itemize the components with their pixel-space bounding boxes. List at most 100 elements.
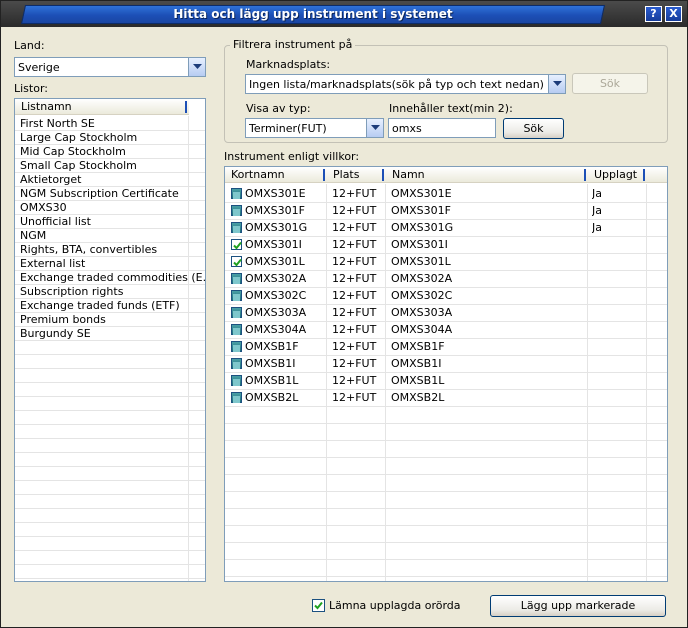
column-header-listnamn[interactable]: Listnamn <box>15 99 189 115</box>
list-item[interactable]: First North SE <box>15 117 205 131</box>
title-bar[interactable]: Hitta och lägg upp instrument i systemet… <box>1 1 687 27</box>
table-row <box>225 560 667 577</box>
list-item <box>15 411 205 425</box>
list-item[interactable]: Mid Cap Stockholm <box>15 145 205 159</box>
unchecked-box-icon <box>233 345 240 352</box>
list-item-label: OMXS30 <box>20 201 67 214</box>
close-button[interactable]: X <box>665 6 682 22</box>
table-row[interactable]: OMXS302A 12+FUT OMXS302A <box>225 271 667 288</box>
type-select-value: Terminer(FUT) <box>249 122 327 135</box>
unchecked-box-icon <box>233 379 240 386</box>
land-select[interactable]: Sverige <box>14 57 206 77</box>
column-header-namn[interactable]: Namn <box>386 167 588 183</box>
unchecked-box-icon <box>233 226 240 233</box>
list-item[interactable]: Exchange traded commodities (E... <box>15 271 205 285</box>
list-item <box>15 467 205 481</box>
row-checkbox[interactable] <box>231 222 242 233</box>
list-item-label: NGM Subscription Certificate <box>20 187 179 200</box>
row-checkbox[interactable] <box>231 239 242 250</box>
cell-plats: 12+FUT <box>332 306 377 319</box>
row-checkbox[interactable] <box>231 324 242 335</box>
cell-namn: OMXSB1I <box>391 357 442 370</box>
table-row <box>225 509 667 526</box>
cell-plats: 12+FUT <box>332 289 377 302</box>
list-item[interactable]: Subscription rights <box>15 285 205 299</box>
list-item[interactable]: External list <box>15 257 205 271</box>
row-checkbox[interactable] <box>231 290 242 301</box>
search-button[interactable]: Sök <box>503 118 564 139</box>
help-button[interactable]: ? <box>645 6 662 22</box>
market-select[interactable]: Ingen lista/marknadsplats(sök på typ och… <box>245 74 566 94</box>
unchecked-box-icon <box>233 311 240 318</box>
chevron-down-icon[interactable] <box>548 75 565 93</box>
list-item[interactable]: Exchange traded funds (ETF) <box>15 299 205 313</box>
list-item[interactable]: Premium bonds <box>15 313 205 327</box>
cell-plats: 12+FUT <box>332 238 377 251</box>
list-item <box>15 565 205 579</box>
row-checkbox[interactable] <box>231 358 242 369</box>
type-select[interactable]: Terminer(FUT) <box>245 118 384 138</box>
chevron-down-icon[interactable] <box>366 119 383 137</box>
submit-selected-button[interactable]: Lägg upp markerade <box>490 595 666 617</box>
table-row[interactable]: OMXS303A 12+FUT OMXS303A <box>225 305 667 322</box>
table-row[interactable]: OMXS301F 12+FUT OMXS301F Ja <box>225 203 667 220</box>
list-item[interactable]: Burgundy SE <box>15 327 205 341</box>
column-header-kortnamn[interactable]: Kortnamn <box>225 167 327 183</box>
row-checkbox[interactable] <box>231 273 242 284</box>
list-item[interactable]: Unofficial list <box>15 215 205 229</box>
table-row <box>225 441 667 458</box>
table-row[interactable]: OMXS301I 12+FUT OMXS301I <box>225 237 667 254</box>
column-header-label: Listnamn <box>21 100 72 113</box>
list-item <box>15 369 205 383</box>
text-filter-input[interactable]: omxs <box>388 118 496 138</box>
lists-listbox[interactable]: Listnamn First North SE Large Cap Stockho… <box>14 98 206 582</box>
cell-kortnamn: OMXS303A <box>245 306 307 319</box>
table-row[interactable]: OMXS302C 12+FUT OMXS302C <box>225 288 667 305</box>
cell-kortnamn: OMXSB1I <box>245 357 296 370</box>
list-item[interactable]: Rights, BTA, convertibles <box>15 243 205 257</box>
column-header-label: Kortnamn <box>231 168 285 181</box>
instruments-table[interactable]: Kortnamn Plats Namn Upplagt OMXS301E 12+F… <box>224 166 668 582</box>
column-header-plats[interactable]: Plats <box>327 167 386 183</box>
table-row[interactable]: OMXS301G 12+FUT OMXS301G Ja <box>225 220 667 237</box>
row-checkbox[interactable] <box>231 375 242 386</box>
cell-namn: OMXS301F <box>391 204 451 217</box>
cell-plats: 12+FUT <box>332 187 377 200</box>
list-item-label: Burgundy SE <box>20 327 91 340</box>
list-item[interactable]: Small Cap Stockholm <box>15 159 205 173</box>
column-header-label: Upplagt <box>594 168 638 181</box>
window-title: Hitta och lägg upp instrument i systemet <box>173 7 453 21</box>
row-checkbox[interactable] <box>231 205 242 216</box>
row-checkbox[interactable] <box>231 307 242 318</box>
cell-plats: 12+FUT <box>332 221 377 234</box>
table-row[interactable]: OMXS304A 12+FUT OMXS304A <box>225 322 667 339</box>
cell-upplagt: Ja <box>592 204 602 217</box>
cell-plats: 12+FUT <box>332 374 377 387</box>
list-item[interactable]: NGM <box>15 229 205 243</box>
chevron-down-icon[interactable] <box>188 58 205 76</box>
row-checkbox[interactable] <box>231 392 242 403</box>
table-row[interactable]: OMXSB1L 12+FUT OMXSB1L <box>225 373 667 390</box>
row-checkbox[interactable] <box>231 256 242 267</box>
list-item[interactable]: NGM Subscription Certificate <box>15 187 205 201</box>
keep-orders-checkbox[interactable] <box>312 599 325 612</box>
keep-orders-label[interactable]: Lämna upplagda orörda <box>329 599 461 612</box>
table-row[interactable]: OMXSB1I 12+FUT OMXSB1I <box>225 356 667 373</box>
table-row[interactable]: OMXS301E 12+FUT OMXS301E Ja <box>225 186 667 203</box>
list-item[interactable]: OMXS30 <box>15 201 205 215</box>
table-row[interactable]: OMXSB2L 12+FUT OMXSB2L <box>225 390 667 407</box>
market-search-button[interactable]: Sök <box>572 73 648 94</box>
column-separator <box>584 169 586 181</box>
list-item[interactable]: Large Cap Stockholm <box>15 131 205 145</box>
list-item <box>15 481 205 495</box>
column-header-upplagt[interactable]: Upplagt <box>588 167 647 183</box>
table-row[interactable]: OMXS301L 12+FUT OMXS301L <box>225 254 667 271</box>
row-checkbox[interactable] <box>231 188 242 199</box>
cell-kortnamn: OMXS302A <box>245 272 307 285</box>
table-row[interactable]: OMXSB1F 12+FUT OMXSB1F <box>225 339 667 356</box>
list-item-label: Large Cap Stockholm <box>20 131 138 144</box>
land-select-value: Sverige <box>18 61 60 74</box>
row-checkbox[interactable] <box>231 341 242 352</box>
list-item[interactable]: Aktietorget <box>15 173 205 187</box>
cell-plats: 12+FUT <box>332 255 377 268</box>
